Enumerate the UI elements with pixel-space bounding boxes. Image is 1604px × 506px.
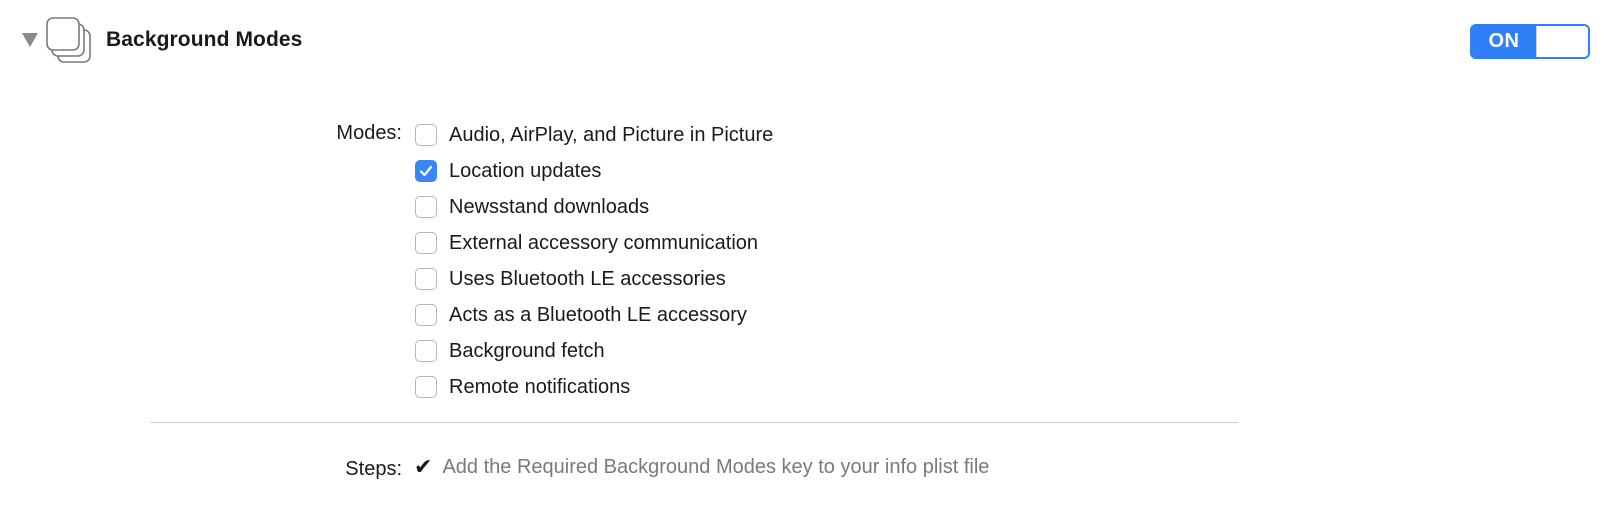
checkbox-newsstand[interactable] <box>415 196 437 218</box>
checkmark-icon <box>419 165 433 177</box>
mode-item-bluetooth-peripheral[interactable]: Acts as a Bluetooth LE accessory <box>415 297 773 333</box>
checkbox-bluetooth-central[interactable] <box>415 268 437 290</box>
checkbox-external-accessory[interactable] <box>415 232 437 254</box>
mode-item-audio[interactable]: Audio, AirPlay, and Picture in Picture <box>415 117 773 153</box>
checkbox-background-fetch[interactable] <box>415 340 437 362</box>
step-text: Add the Required Background Modes key to… <box>442 456 990 478</box>
checkbox-location[interactable] <box>415 160 437 182</box>
mode-label: Audio, AirPlay, and Picture in Picture <box>449 123 774 146</box>
checkbox-remote-notifications[interactable] <box>415 376 437 398</box>
mode-label: Acts as a Bluetooth LE accessory <box>449 303 747 326</box>
mode-label: Newsstand downloads <box>449 195 650 218</box>
toggle-knob <box>1536 26 1588 57</box>
section-title: Background Modes <box>106 28 303 51</box>
modes-label: Modes: <box>336 122 402 144</box>
disclosure-triangle-icon[interactable] <box>22 33 38 47</box>
section-divider <box>150 422 1238 423</box>
mode-item-newsstand[interactable]: Newsstand downloads <box>415 189 773 225</box>
mode-label: External accessory communication <box>449 231 759 254</box>
step-item: ✔ Add the Required Background Modes key … <box>414 456 989 479</box>
mode-item-location[interactable]: Location updates <box>415 153 773 189</box>
mode-item-background-fetch[interactable]: Background fetch <box>415 333 773 369</box>
stacked-squares-icon <box>46 17 91 63</box>
toggle-label: ON <box>1472 26 1536 57</box>
mode-label: Location updates <box>449 159 602 182</box>
mode-item-remote-notifications[interactable]: Remote notifications <box>415 369 773 405</box>
mode-label: Remote notifications <box>449 375 631 398</box>
on-off-toggle[interactable]: ON <box>1470 24 1590 59</box>
mode-label: Uses Bluetooth LE accessories <box>449 267 726 290</box>
mode-item-external-accessory[interactable]: External accessory communication <box>415 225 773 261</box>
mode-label: Background fetch <box>449 339 605 362</box>
checkbox-audio[interactable] <box>415 124 437 146</box>
modes-list: Audio, AirPlay, and Picture in Picture L… <box>415 117 773 405</box>
step-checkmark-icon: ✔ <box>414 454 433 480</box>
steps-label: Steps: <box>345 458 402 480</box>
checkbox-bluetooth-peripheral[interactable] <box>415 304 437 326</box>
mode-item-bluetooth-central[interactable]: Uses Bluetooth LE accessories <box>415 261 773 297</box>
